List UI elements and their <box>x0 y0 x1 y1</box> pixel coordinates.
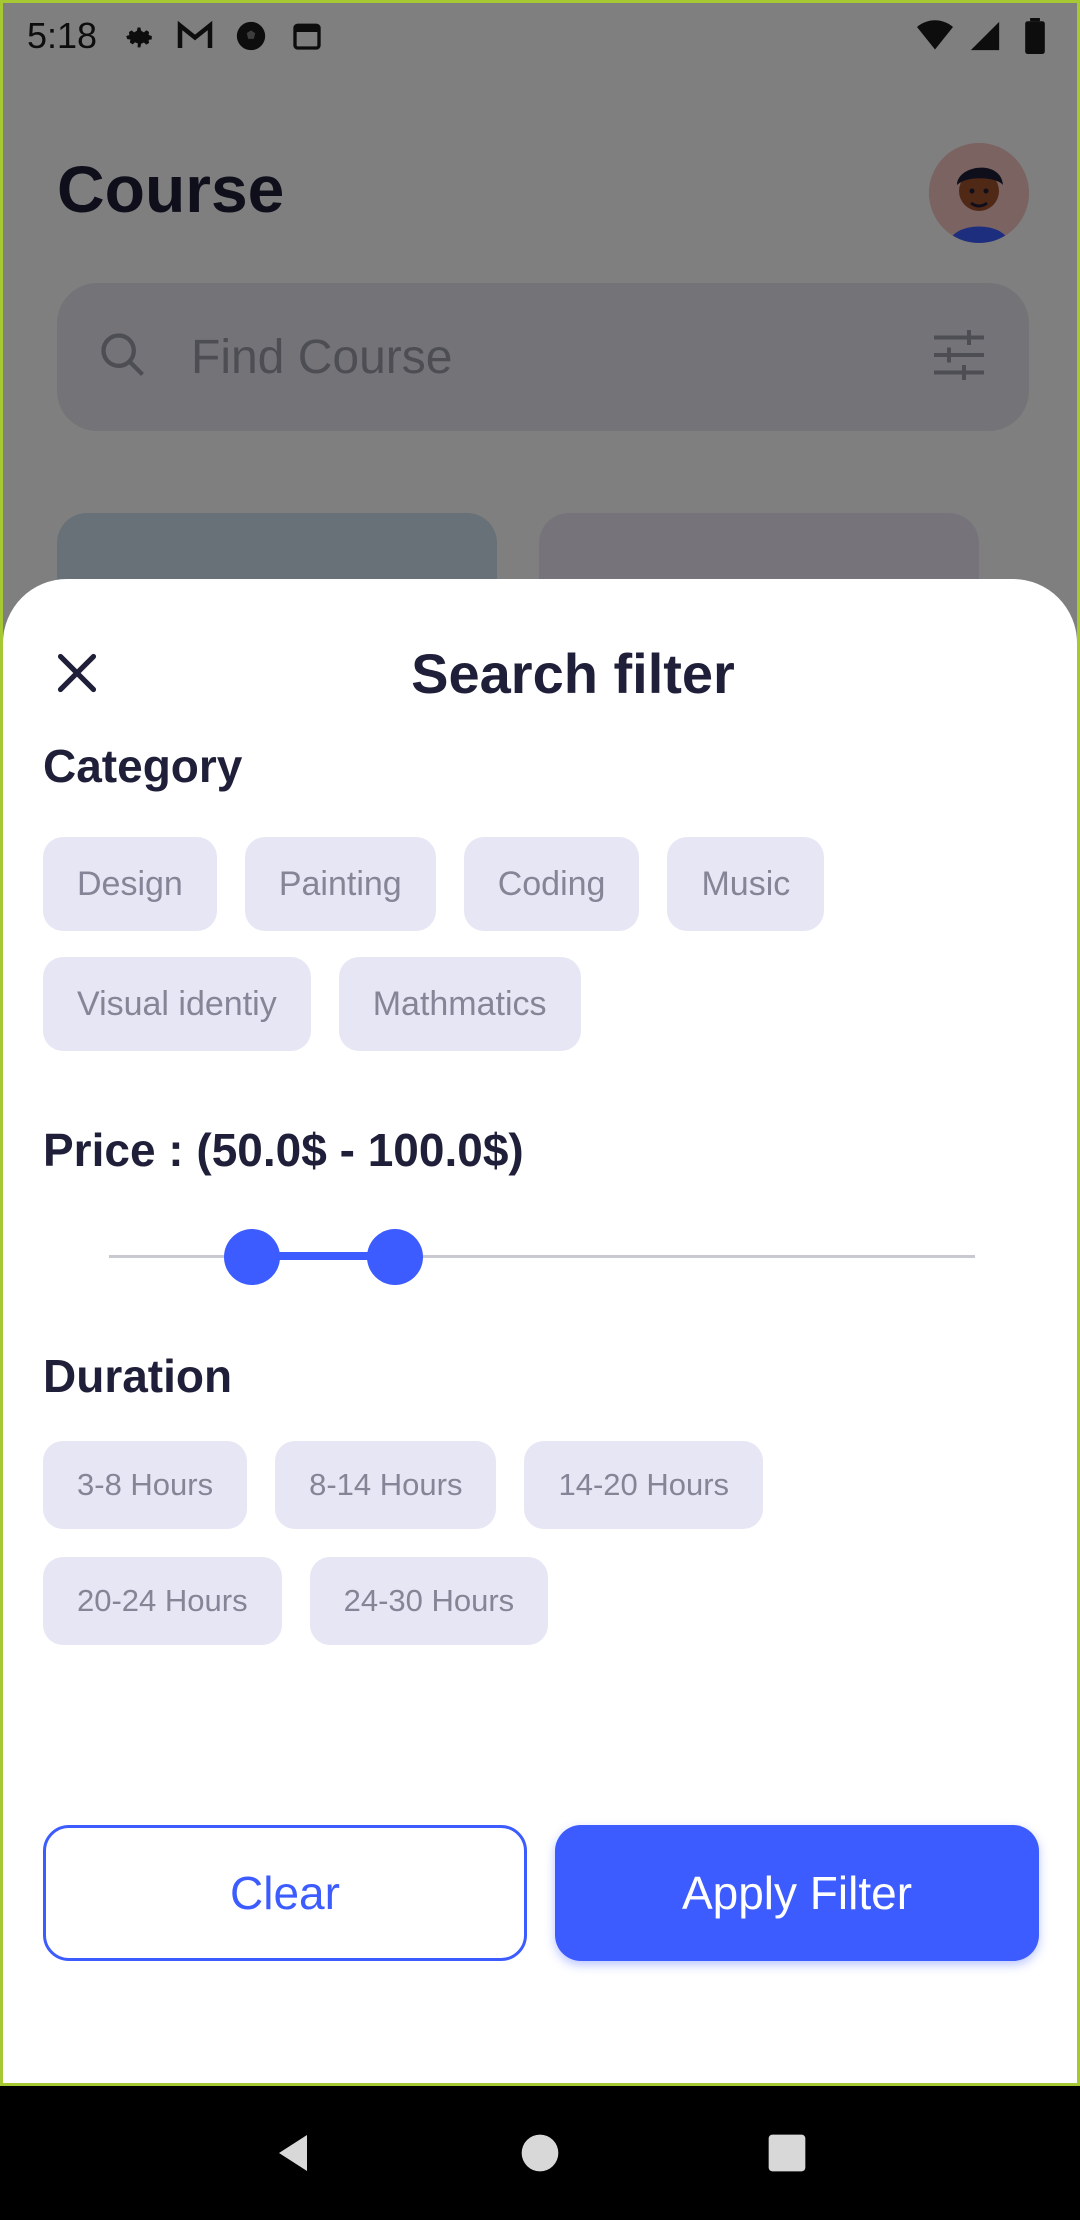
duration-chip-24-30[interactable]: 24-30 Hours <box>309 1557 549 1645</box>
category-chip-painting[interactable]: Painting <box>244 837 436 931</box>
apply-filter-button[interactable]: Apply Filter <box>555 1825 1039 1961</box>
category-chip-row: Visual identiy Mathmatics <box>43 957 581 1051</box>
recents-icon <box>768 2134 805 2172</box>
home-icon <box>521 2134 559 2172</box>
price-range-slider[interactable] <box>109 1227 975 1287</box>
duration-label: Duration <box>43 1350 233 1402</box>
duration-chip-14-20[interactable]: 14-20 Hours <box>524 1441 764 1529</box>
navigation-bar <box>0 2086 1080 2220</box>
category-chip-design[interactable]: Design <box>43 837 217 931</box>
slider-thumb-max[interactable] <box>366 1229 423 1285</box>
duration-chip-8-14[interactable]: 8-14 Hours <box>275 1441 497 1529</box>
back-icon <box>279 2135 308 2171</box>
search-filter-sheet: Search filter Category Design Painting C… <box>3 579 1077 2083</box>
back-button[interactable] <box>263 2123 323 2183</box>
price-label: Price : (50.0$ - 100.0$) <box>43 1124 524 1176</box>
category-chip-coding[interactable]: Coding <box>463 837 640 931</box>
duration-chip-row: 3-8 Hours 8-14 Hours 14-20 Hours <box>43 1441 764 1529</box>
duration-chip-row: 20-24 Hours 24-30 Hours <box>43 1557 549 1645</box>
sheet-title: Search filter <box>411 642 735 705</box>
clear-button[interactable]: Clear <box>43 1825 527 1961</box>
duration-chip-3-8[interactable]: 3-8 Hours <box>43 1441 248 1529</box>
home-button[interactable] <box>510 2123 570 2183</box>
category-label: Category <box>43 740 243 792</box>
category-chip-visual-identity[interactable]: Visual identiy <box>43 957 311 1051</box>
category-chip-row: Design Painting Coding Music <box>43 837 825 931</box>
slider-thumb-min[interactable] <box>223 1229 280 1285</box>
recents-button[interactable] <box>757 2123 817 2183</box>
category-chip-mathematics[interactable]: Mathmatics <box>338 957 581 1051</box>
category-chip-music[interactable]: Music <box>667 837 825 931</box>
duration-chip-20-24[interactable]: 20-24 Hours <box>43 1557 282 1645</box>
screen: 5:18 <box>0 0 1080 2086</box>
